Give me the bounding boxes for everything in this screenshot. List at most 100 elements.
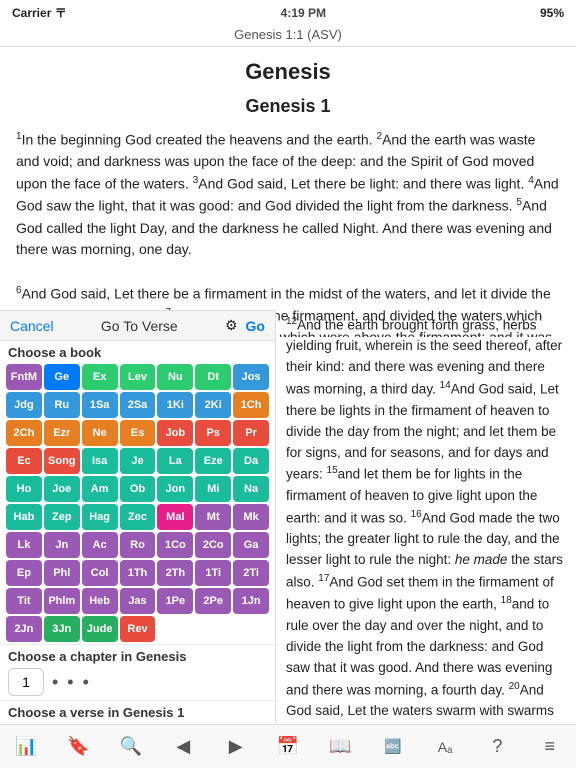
book-cell-song[interactable]: Song — [44, 448, 80, 474]
book-cell-jude[interactable]: Jude — [82, 616, 118, 642]
book-cell-eze[interactable]: Eze — [195, 448, 231, 474]
book-cell-ezr[interactable]: Ezr — [44, 420, 80, 446]
book-cell-1jn[interactable]: 1Jn — [233, 588, 269, 614]
book-cell-jon[interactable]: Jon — [157, 476, 193, 502]
gear-icon[interactable]: ⚙ — [225, 317, 238, 334]
search-icon[interactable]: 🔍 — [113, 729, 149, 765]
book-cell-ho[interactable]: Ho — [6, 476, 42, 502]
chapter-title: Genesis 1 — [16, 93, 560, 121]
book-cell-hab[interactable]: Hab — [6, 504, 42, 530]
book-cell-phlm[interactable]: Phlm — [44, 588, 80, 614]
book-cell-hag[interactable]: Hag — [82, 504, 118, 530]
book-cell-ps[interactable]: Ps — [195, 420, 231, 446]
book-cell-1co[interactable]: 1Co — [157, 532, 193, 558]
goto-bar: Cancel Go To Verse ⚙ Go — [0, 311, 275, 341]
status-carrier: Carrier 〒 — [12, 4, 67, 21]
book-cell-ru[interactable]: Ru — [44, 392, 80, 418]
book-cell-col[interactable]: Col — [82, 560, 118, 586]
book-cell-zep[interactable]: Zep — [44, 504, 80, 530]
book-cell-mk[interactable]: Mk — [233, 504, 269, 530]
bible-text-area: Genesis Genesis 1 1In the beginning God … — [0, 47, 576, 337]
goto-verse-label: Go To Verse — [101, 318, 178, 334]
cancel-button[interactable]: Cancel — [10, 318, 54, 334]
book-cell-2jn[interactable]: 2Jn — [6, 616, 42, 642]
book-cell-mal[interactable]: Mal — [157, 504, 193, 530]
book-cell-la[interactable]: La — [157, 448, 193, 474]
book-cell-job[interactable]: Job — [157, 420, 193, 446]
book-cell-je[interactable]: Je — [120, 448, 156, 474]
book-cell-na[interactable]: Na — [233, 476, 269, 502]
book-cell-lk[interactable]: Lk — [6, 532, 42, 558]
menu-icon[interactable]: ≡ — [532, 729, 568, 765]
book-cell-ne[interactable]: Ne — [82, 420, 118, 446]
book-cell-2th[interactable]: 2Th — [157, 560, 193, 586]
book-cell-2pe[interactable]: 2Pe — [195, 588, 231, 614]
nav-label: Genesis 1:1 (ASV) — [234, 27, 342, 42]
chapter-input[interactable] — [8, 668, 44, 696]
open-book-icon[interactable]: 📖 — [322, 729, 358, 765]
book-cell-isa[interactable]: Isa — [82, 448, 118, 474]
book-cell-1ki[interactable]: 1Ki — [157, 392, 193, 418]
book-cell-2sa[interactable]: 2Sa — [120, 392, 156, 418]
book-cell-ex[interactable]: Ex — [82, 364, 118, 390]
book-cell-1ti[interactable]: 1Ti — [195, 560, 231, 586]
calendar-icon[interactable]: 📅 — [270, 729, 306, 765]
book-cell-mi[interactable]: Mi — [195, 476, 231, 502]
book-cell-phl[interactable]: Phl — [44, 560, 80, 586]
stats-icon[interactable]: 📊 — [8, 729, 44, 765]
book-cell-3jn[interactable]: 3Jn — [44, 616, 80, 642]
book-cell-2co[interactable]: 2Co — [195, 532, 231, 558]
book-cell-ep[interactable]: Ep — [6, 560, 42, 586]
book-cell-jos[interactable]: Jos — [233, 364, 269, 390]
status-time: 4:19 PM — [281, 6, 326, 20]
font-size-icon[interactable]: Aₐ — [427, 729, 463, 765]
book-title: Genesis — [16, 55, 560, 89]
book-cell-ge[interactable]: Ge — [44, 364, 80, 390]
book-cell-ec[interactable]: Ec — [6, 448, 42, 474]
book-cell-2ch[interactable]: 2Ch — [6, 420, 42, 446]
book-grid: FntMGeExLevNuDtJos JdgRu1Sa2Sa1Ki2Ki1Ch 2C… — [0, 362, 275, 644]
book-cell-lev[interactable]: Lev — [120, 364, 156, 390]
book-cell-ac[interactable]: Ac — [82, 532, 118, 558]
book-cell-heb[interactable]: Heb — [82, 588, 118, 614]
help-icon[interactable]: ? — [479, 729, 515, 765]
book-cell-ro[interactable]: Ro — [120, 532, 156, 558]
chapter-dots: • • • — [52, 672, 91, 693]
book-cell-ga[interactable]: Ga — [233, 532, 269, 558]
book-cell-am[interactable]: Am — [82, 476, 118, 502]
book-cell-es[interactable]: Es — [120, 420, 156, 446]
book-cell-pr[interactable]: Pr — [233, 420, 269, 446]
book-chooser-overlay: Cancel Go To Verse ⚙ Go Choose a book Fn… — [0, 310, 276, 724]
book-cell-ob[interactable]: Ob — [120, 476, 156, 502]
status-battery: 95% — [540, 6, 564, 20]
bottom-toolbar: 📊 🔖 🔍 ◀ ▶ 📅 📖 🔤 Aₐ ? ≡ — [0, 724, 576, 768]
go-button[interactable]: Go — [246, 318, 265, 334]
book-cell-da[interactable]: Da — [233, 448, 269, 474]
choose-book-section: Choose a book — [0, 341, 275, 362]
book-cell-nu[interactable]: Nu — [157, 364, 193, 390]
book-cell-zec[interactable]: Zec — [120, 504, 156, 530]
book-cell-jn[interactable]: Jn — [44, 532, 80, 558]
book-cell-2ki[interactable]: 2Ki — [195, 392, 231, 418]
book-cell-dt[interactable]: Dt — [195, 364, 231, 390]
book-cell-1ch[interactable]: 1Ch — [233, 392, 269, 418]
book-cell-rev[interactable]: Rev — [120, 616, 156, 642]
forward-icon[interactable]: ▶ — [218, 729, 254, 765]
book-cell-2ti[interactable]: 2Ti — [233, 560, 269, 586]
text-icon[interactable]: 🔤 — [375, 729, 411, 765]
book-cell-1sa[interactable]: 1Sa — [82, 392, 118, 418]
book-cell-1th[interactable]: 1Th — [120, 560, 156, 586]
book-cell-fntm[interactable]: FntM — [6, 364, 42, 390]
choose-verse-section: Choose a verse in Genesis 1 — [0, 700, 275, 722]
right-bible-paragraph: 12And the earth brought forth grass, her… — [286, 314, 566, 724]
goto-icons: ⚙ Go — [225, 317, 265, 334]
bookmark-icon[interactable]: 🔖 — [61, 729, 97, 765]
book-cell-1pe[interactable]: 1Pe — [157, 588, 193, 614]
back-icon[interactable]: ◀ — [165, 729, 201, 765]
book-cell-tit[interactable]: Tit — [6, 588, 42, 614]
book-cell-joe[interactable]: Joe — [44, 476, 80, 502]
book-cell-jas[interactable]: Jas — [120, 588, 156, 614]
nav-bar: Genesis 1:1 (ASV) — [0, 25, 576, 47]
book-cell-mt[interactable]: Mt — [195, 504, 231, 530]
book-cell-jdg[interactable]: Jdg — [6, 392, 42, 418]
